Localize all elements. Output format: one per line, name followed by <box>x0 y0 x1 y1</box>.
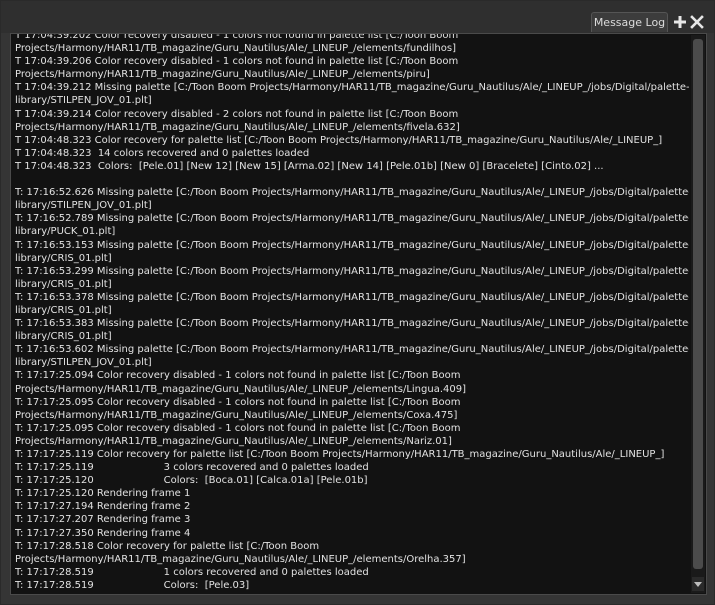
log-line: Projects/Harmony/HAR11/TB_magazine/Guru_… <box>15 553 466 565</box>
log-line: Projects/Harmony/HAR11/TB_magazine/Guru_… <box>15 69 430 81</box>
log-line: Projects/Harmony/HAR11/TB_magazine/Guru_… <box>15 121 460 133</box>
log-line: Projects/Harmony/HAR11/TB_magazine/Guru_… <box>15 383 467 395</box>
log-line: library/CRIS_01.plt] <box>15 278 112 290</box>
log-line: T: 17:17:28.518 Color recovery for palet… <box>15 540 320 552</box>
log-line: T 17:04:48.323 Color recovery for palett… <box>15 134 663 146</box>
panel-tab-bar: Message Log <box>1 1 714 33</box>
log-line: T: 17:17:25.120 Rendering frame 1 <box>15 488 191 500</box>
log-line: T: 17:17:27.194 Rendering frame 2 <box>15 501 191 513</box>
message-log-window: Message Log T 17:04:39.202 Color recover… <box>0 0 715 605</box>
log-line: T: 17:16:53.299 Missing palette [C:/Toon… <box>15 265 689 277</box>
vertical-scrollbar[interactable] <box>691 35 705 593</box>
log-line: Projects/Harmony/HAR11/TB_magazine/Guru_… <box>15 435 452 447</box>
log-line: Projects/Harmony/HAR11/TB_magazine/Guru_… <box>15 409 458 421</box>
log-line: T: 17:16:53.153 Missing palette [C:/Toon… <box>15 239 689 251</box>
scroll-down-button[interactable] <box>692 577 704 591</box>
log-line: T 17:04:48.323 14 colors recovered and 0… <box>15 147 310 159</box>
log-line: T: 17:16:53.383 Missing palette [C:/Toon… <box>15 318 689 330</box>
log-line: T: 17:17:25.095 Color recovery disabled … <box>15 422 461 434</box>
log-line: T 17:04:39.214 Color recovery disabled -… <box>15 108 459 120</box>
log-line: T 17:04:39.202 Color recovery disabled -… <box>15 33 459 41</box>
log-line: T: 17:16:53.378 Missing palette [C:/Toon… <box>15 291 689 303</box>
log-line: T: 17:17:25.120 Colors: [Boca.01] [Calca… <box>15 475 368 487</box>
log-line: T: 17:17:27.207 Rendering frame 3 <box>15 514 191 526</box>
log-line: T 17:04:48.323 Colors: [Pele.01] [New 12… <box>15 160 604 172</box>
log-line: T: 17:17:25.094 Color recovery disabled … <box>15 370 461 382</box>
log-line: T: 17:16:53.602 Missing palette [C:/Toon… <box>15 344 689 356</box>
log-line: T 17:04:39.212 Missing palette [C:/Toon … <box>15 82 689 94</box>
log-line: library/PUCK_01.plt] <box>15 226 116 238</box>
message-log-text: T 17:04:39.202 Color recovery disabled -… <box>15 33 689 592</box>
log-line: Projects/Harmony/HAR11/TB_magazine/Guru_… <box>15 43 457 55</box>
log-line: library/CRIS_01.plt] <box>15 331 112 343</box>
log-line: T: 17:17:25.119 Color recovery for palet… <box>15 449 665 460</box>
log-line: library/STILPEN_JOV_01.plt] <box>15 200 152 212</box>
tab-actions <box>673 14 704 30</box>
plus-icon[interactable] <box>673 15 687 29</box>
message-log-panel: T 17:04:39.202 Color recovery disabled -… <box>10 33 707 595</box>
log-line: library/CRIS_01.plt] <box>15 252 112 264</box>
log-line: T: 17:17:27.350 Rendering frame 4 <box>15 527 191 539</box>
log-line: T: 17:17:28.519 1 colors recovered and 0… <box>15 566 369 578</box>
log-line: library/CRIS_01.plt] <box>15 304 112 316</box>
log-line: T: 17:17:25.119 3 colors recovered and 0… <box>15 462 369 474</box>
tab-message-log[interactable]: Message Log <box>591 12 668 32</box>
log-line: library/STILPEN_JOV_01.plt] <box>15 95 152 107</box>
close-icon[interactable] <box>690 15 704 29</box>
log-line: T: 17:16:52.626 Missing palette [C:/Toon… <box>15 187 689 199</box>
log-line: T: 17:17:25.095 Color recovery disabled … <box>15 396 461 408</box>
log-line: T 17:04:39.206 Color recovery disabled -… <box>15 56 459 68</box>
scrollbar-thumb[interactable] <box>693 39 703 569</box>
chevron-down-icon <box>694 582 702 587</box>
log-line: library/STILPEN_JOV_01.plt] <box>15 357 152 369</box>
log-line: T: 17:16:52.789 Missing palette [C:/Toon… <box>15 213 689 225</box>
log-line: T: 17:17:28.519 Colors: [Pele.03] <box>15 579 250 591</box>
